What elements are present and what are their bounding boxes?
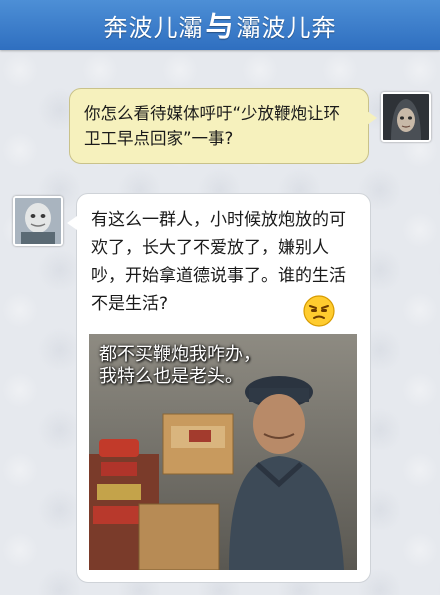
avatar-dark-hooded-icon	[383, 94, 429, 140]
avatar-left[interactable]	[13, 196, 63, 246]
image-caption: 都不买鞭炮我咋办， 我特么也是老头。	[99, 344, 261, 388]
title-right: 灞波儿奔	[236, 14, 337, 42]
caption-line-1: 都不买鞭炮我咋办，	[99, 344, 261, 365]
meme-photo[interactable]: 都不买鞭炮我咋办， 我特么也是老头。	[89, 334, 357, 570]
title-connector: 与	[205, 10, 235, 43]
avatar-right[interactable]	[381, 92, 431, 142]
chat-title: 奔波儿灞与灞波儿奔	[103, 5, 336, 45]
message-bubble-incoming[interactable]: 有这么一群人，小时候放炮放的可欢了，长大了不爱放了，嫌别人吵，开始拿道德说事了。…	[67, 193, 371, 583]
message-text-outgoing: 你怎么看待媒体呼吁“少放鞭炮让环卫工早点回家”一事?	[84, 104, 341, 148]
title-left: 奔波儿灞	[103, 14, 204, 42]
message-bubble-outgoing[interactable]: 你怎么看待媒体呼吁“少放鞭炮让环卫工早点回家”一事?	[69, 88, 377, 164]
caption-line-2: 我特么也是老头。	[99, 366, 243, 387]
annoyed-face-icon	[302, 294, 336, 328]
chat-header: 奔波儿灞与灞波儿奔	[0, 0, 440, 50]
avatar-grey-puppet-icon	[15, 198, 61, 244]
